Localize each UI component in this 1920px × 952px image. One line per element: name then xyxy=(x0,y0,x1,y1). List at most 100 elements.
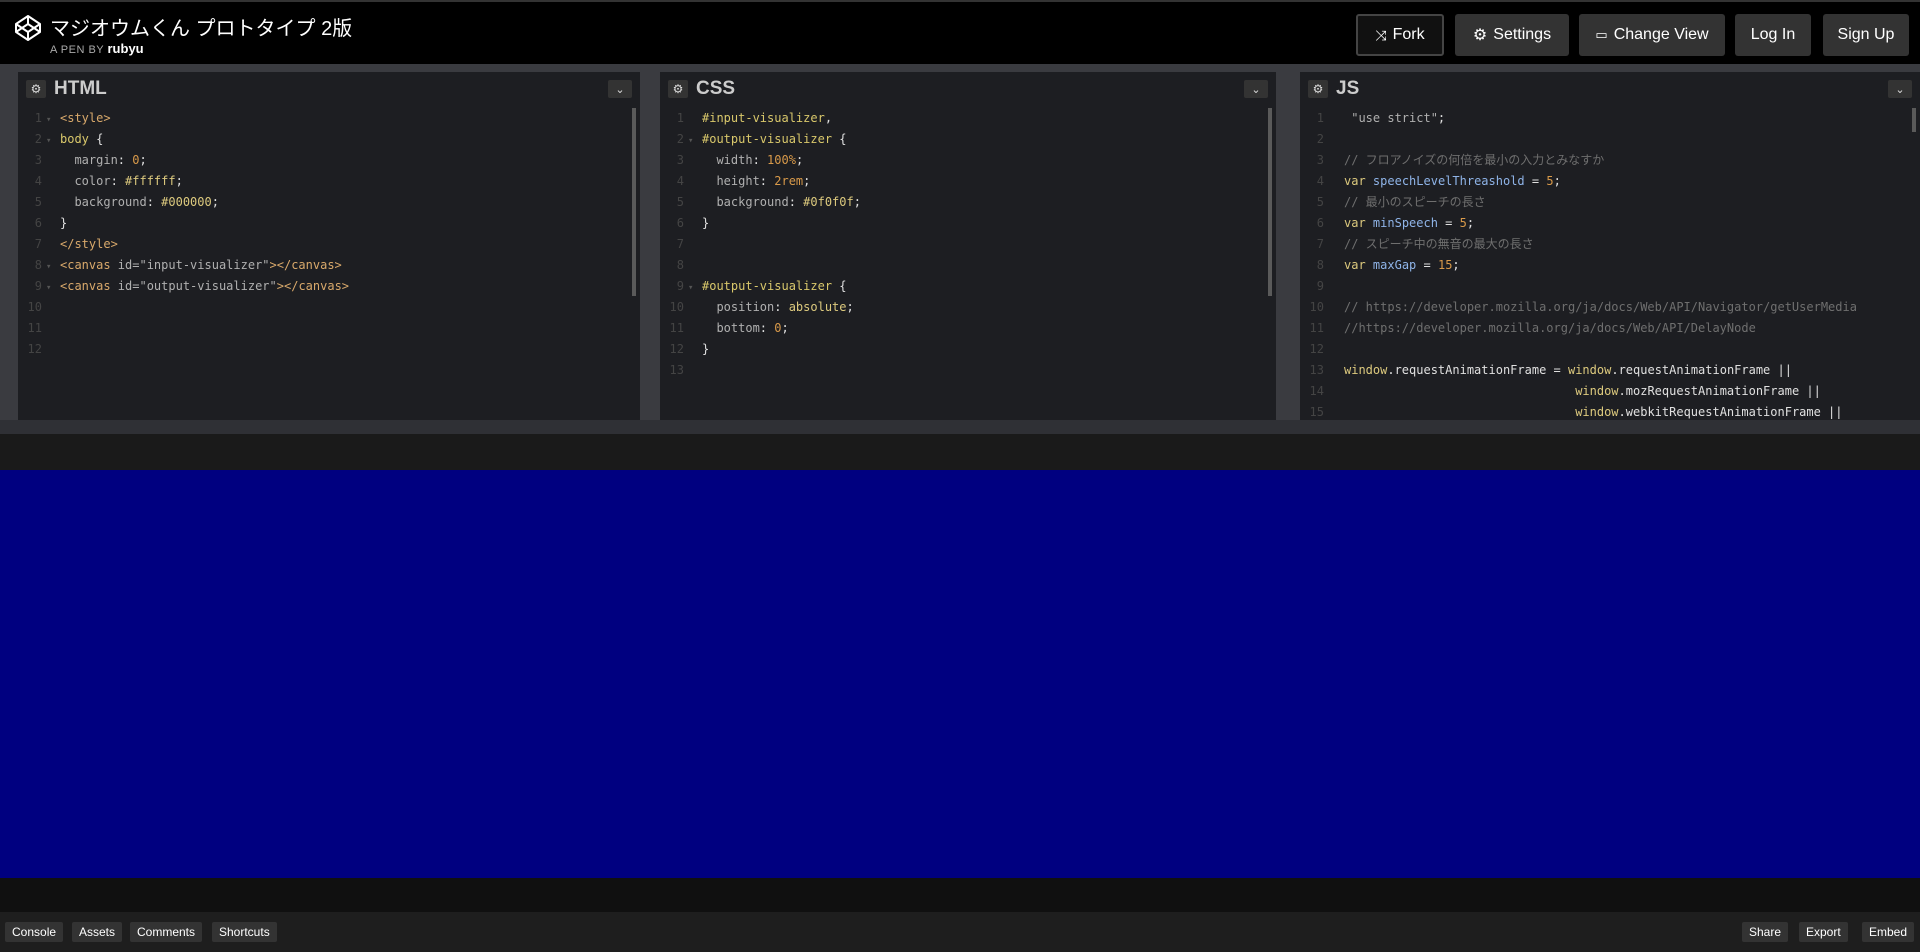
fold-arrow-icon[interactable]: ▾ xyxy=(46,257,56,278)
assets-button[interactable]: Assets xyxy=(72,922,123,942)
code-line[interactable]: 12 xyxy=(18,339,640,360)
code-line[interactable]: 4 var speechLevelThreashold = 5; xyxy=(1300,171,1920,192)
code-line[interactable]: 8 ▾ <canvas id="input-visualizer"></canvas… xyxy=(18,255,640,276)
code-line[interactable]: 2 ▾ #output-visualizer { xyxy=(660,129,1276,150)
fold-arrow-icon xyxy=(688,110,698,131)
css-settings-gear-icon[interactable]: ⚙ xyxy=(668,80,688,98)
code-line[interactable]: 8 xyxy=(660,255,1276,276)
codepen-logo-icon[interactable] xyxy=(14,14,42,42)
code-line[interactable]: 12 xyxy=(1300,339,1920,360)
change-view-button[interactable]: ▭ Change View xyxy=(1579,14,1725,56)
fold-arrow-icon[interactable]: ▾ xyxy=(688,131,698,152)
fold-arrow-icon[interactable]: ▾ xyxy=(46,131,56,152)
code-token: var xyxy=(1344,216,1366,230)
html-chevron-down-icon[interactable]: ⌄ xyxy=(608,80,632,98)
shortcuts-button[interactable]: Shortcuts xyxy=(212,922,277,942)
code-line[interactable]: 7 // スピーチ中の無音の最大の長さ xyxy=(1300,234,1920,255)
code-line[interactable]: 10 xyxy=(18,297,640,318)
code-line[interactable]: 4 color: #ffffff; xyxy=(18,171,640,192)
code-line[interactable]: 6 } xyxy=(18,213,640,234)
code-token: // フロアノイズの何倍を最小の入力とみなすか xyxy=(1344,153,1605,167)
js-chevron-down-icon[interactable]: ⌄ xyxy=(1888,80,1912,98)
css-scrollbar[interactable] xyxy=(1268,108,1272,296)
code-token: background xyxy=(60,195,147,209)
code-line[interactable]: 5 // 最小のスピーチの長さ xyxy=(1300,192,1920,213)
code-line[interactable]: 8 var maxGap = 15; xyxy=(1300,255,1920,276)
code-line[interactable]: 5 background: #0f0f0f; xyxy=(660,192,1276,213)
code-line[interactable]: 12 } xyxy=(660,339,1276,360)
fold-arrow-icon[interactable]: ▾ xyxy=(688,278,698,299)
code-line[interactable]: 1 #input-visualizer, xyxy=(660,108,1276,129)
js-scrollbar[interactable] xyxy=(1912,108,1916,132)
html-code-editor[interactable]: 1 ▾ <style> 2 ▾ body {3 margin: 0; 4 color: #f… xyxy=(18,104,640,420)
code-line[interactable]: 10 // https://developer.mozilla.org/ja/d… xyxy=(1300,297,1920,318)
fold-arrow-icon xyxy=(1328,131,1338,152)
code-token: // https://developer.mozilla.org/ja/docs… xyxy=(1344,300,1857,314)
settings-button[interactable]: ⚙ Settings xyxy=(1455,14,1569,56)
code-line[interactable]: 3 width: 100%; xyxy=(660,150,1276,171)
html-scrollbar[interactable] xyxy=(632,108,636,296)
fold-arrow-icon xyxy=(1328,152,1338,173)
line-number: 8 xyxy=(34,258,42,272)
code-line[interactable]: 3 margin: 0; xyxy=(18,150,640,171)
code-line[interactable]: 6 var minSpeech = 5; xyxy=(1300,213,1920,234)
line-number: 12 xyxy=(1309,342,1324,356)
share-button[interactable]: Share xyxy=(1742,922,1789,942)
code-line[interactable]: 5 background: #000000; xyxy=(18,192,640,213)
log-in-button[interactable]: Log In xyxy=(1735,14,1811,56)
code-token: // スピーチ中の無音の最大の長さ xyxy=(1344,237,1534,251)
css-code-editor[interactable]: 1 #input-visualizer, 2 ▾ #output-visualizer… xyxy=(660,104,1276,420)
code-line[interactable]: 1 ▾ <style> xyxy=(18,108,640,129)
author-link[interactable]: rubyu xyxy=(108,41,144,56)
preview-top-bar xyxy=(0,434,1920,470)
change-view-label: Change View xyxy=(1613,26,1709,43)
code-line[interactable]: 1 "use strict"; xyxy=(1300,108,1920,129)
js-settings-gear-icon[interactable]: ⚙ xyxy=(1308,80,1328,98)
code-line[interactable]: 11 xyxy=(18,318,640,339)
export-button[interactable]: Export xyxy=(1799,922,1848,942)
code-line[interactable]: 9 ▾ #output-visualizer { xyxy=(660,276,1276,297)
fold-arrow-icon xyxy=(1328,383,1338,404)
line-number: 1 xyxy=(34,111,42,125)
code-token: 5 xyxy=(1546,174,1554,188)
code-line[interactable]: 13 xyxy=(660,360,1276,381)
comments-button[interactable]: Comments xyxy=(130,922,203,942)
line-number: 2 xyxy=(34,132,42,146)
sign-up-button[interactable]: Sign Up xyxy=(1823,14,1909,56)
code-line[interactable]: 10 position: absolute; xyxy=(660,297,1276,318)
code-token: ; xyxy=(846,300,854,314)
code-line[interactable]: 2 xyxy=(1300,129,1920,150)
code-line[interactable]: 13 window.requestAnimationFrame = window… xyxy=(1300,360,1920,381)
html-settings-gear-icon[interactable]: ⚙ xyxy=(26,80,46,98)
code-line[interactable]: 14 window.mozRequestAnimationFrame || xyxy=(1300,381,1920,402)
result-preview[interactable] xyxy=(0,470,1920,878)
editor-resize-handle[interactable] xyxy=(0,420,1920,434)
fork-label: Fork xyxy=(1392,26,1425,43)
code-line[interactable]: 2 ▾ body { xyxy=(18,129,640,150)
html-panel-title: HTML xyxy=(54,78,107,99)
embed-button[interactable]: Embed xyxy=(1862,922,1915,942)
code-line[interactable]: 15 window.webkitRequestAnimationFrame || xyxy=(1300,402,1920,420)
fork-icon: ⤨ xyxy=(1375,26,1387,43)
pen-title: マジオウムくん プロトタイプ 2版 xyxy=(50,18,353,40)
code-token: window xyxy=(1575,384,1619,398)
code-line[interactable]: 3 // フロアノイズの何倍を最小の入力とみなすか xyxy=(1300,150,1920,171)
fold-arrow-icon xyxy=(46,194,56,215)
code-line[interactable]: 9 ▾ <canvas id="output-visualizer"></canva… xyxy=(18,276,640,297)
code-token: : xyxy=(752,153,768,167)
code-token: : xyxy=(759,321,775,335)
fold-arrow-icon[interactable]: ▾ xyxy=(46,110,56,131)
code-line[interactable]: 7 xyxy=(660,234,1276,255)
code-line[interactable]: 4 height: 2rem; xyxy=(660,171,1276,192)
console-button[interactable]: Console xyxy=(5,922,64,942)
code-line[interactable]: 7 </style> xyxy=(18,234,640,255)
js-code-editor[interactable]: 1 "use strict"; 2 3 // フロアノイズの何倍を最小の入力とみな… xyxy=(1300,104,1920,420)
fork-button[interactable]: ⤨ Fork xyxy=(1356,14,1444,56)
code-line[interactable]: 6 } xyxy=(660,213,1276,234)
code-line[interactable]: 9 xyxy=(1300,276,1920,297)
css-chevron-down-icon[interactable]: ⌄ xyxy=(1244,80,1268,98)
settings-label: Settings xyxy=(1493,26,1552,43)
code-line[interactable]: 11 bottom: 0; xyxy=(660,318,1276,339)
fold-arrow-icon[interactable]: ▾ xyxy=(46,278,56,299)
code-line[interactable]: 11 //https://developer.mozilla.org/ja/do… xyxy=(1300,318,1920,339)
